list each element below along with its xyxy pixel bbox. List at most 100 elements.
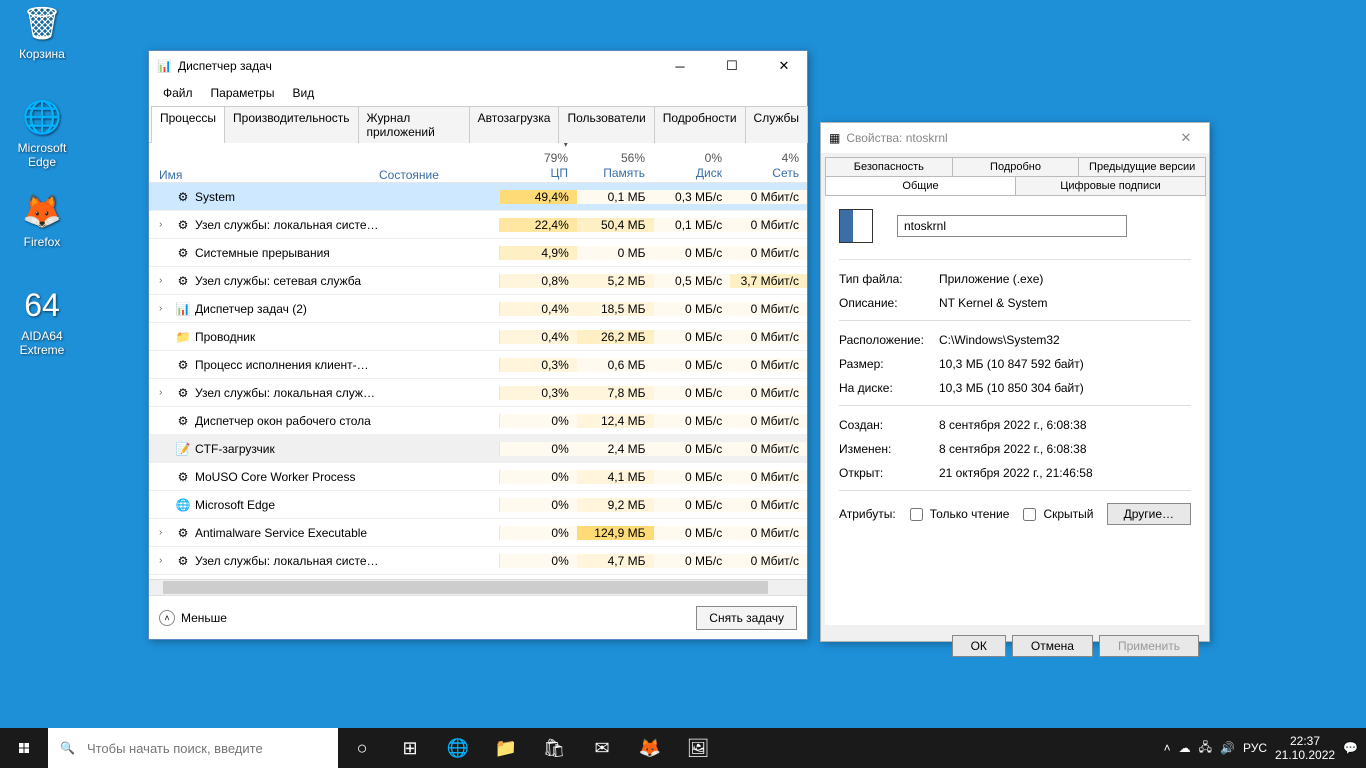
expand-chevron-icon[interactable]: › — [159, 303, 171, 314]
desktop-icon-aida64-extreme[interactable]: 64AIDA64 Extreme — [4, 284, 80, 358]
titlebar[interactable]: 📊 Диспетчер задач ─ ☐ ✕ — [149, 51, 807, 81]
titlebar[interactable]: ▦ Свойства: ntoskrnl ✕ — [821, 123, 1209, 153]
props-tab-Цифровые подписи[interactable]: Цифровые подписи — [1015, 176, 1206, 196]
desktop-icon-firefox[interactable]: 🦊Firefox — [4, 190, 80, 250]
readonly-checkbox[interactable]: Только чтение — [906, 505, 1010, 524]
other-attributes-button[interactable]: Другие… — [1107, 503, 1191, 525]
menu-Параметры[interactable]: Параметры — [203, 83, 283, 103]
cpu-value: 0% — [499, 442, 577, 456]
search-input[interactable] — [85, 740, 326, 757]
tab-Процессы[interactable]: Процессы — [151, 106, 225, 143]
col-name[interactable]: Имя — [149, 168, 379, 182]
menu-Вид[interactable]: Вид — [284, 83, 322, 103]
tabs[interactable]: ПроцессыПроизводительностьЖурнал приложе… — [149, 105, 807, 143]
process-row[interactable]: ⚙System 49,4% 0,1 МБ 0,3 МБ/c 0 Мбит/с — [149, 183, 807, 211]
process-row[interactable]: ›📊Диспетчер задач (2) 0,4% 18,5 МБ 0 МБ/… — [149, 295, 807, 323]
tab-Службы[interactable]: Службы — [745, 106, 808, 143]
column-headers[interactable]: Имя Состояние ▾79%ЦП 56%Память 0%Диск 4%… — [149, 143, 807, 183]
network-value: 0 Мбит/с — [730, 414, 807, 428]
task-view-button[interactable]: ⊞ — [386, 728, 434, 768]
file-icon — [839, 209, 873, 243]
expand-chevron-icon[interactable]: › — [159, 527, 171, 538]
tab-Автозагрузка[interactable]: Автозагрузка — [469, 106, 560, 143]
process-row[interactable]: ⚙Диспетчер окон рабочего стола 0% 12,4 М… — [149, 407, 807, 435]
process-icon: 📁 — [175, 329, 191, 345]
notifications-button[interactable]: 💬 — [1343, 741, 1358, 755]
ok-button[interactable]: ОК — [952, 635, 1006, 657]
taskbar-mail[interactable]: ✉ — [578, 728, 626, 768]
taskbar-firefox[interactable]: 🦊 — [626, 728, 674, 768]
process-row[interactable]: 🌐Microsoft Edge 0% 9,2 МБ 0 МБ/c 0 Мбит/… — [149, 491, 807, 519]
search-box[interactable]: 🔍 — [48, 728, 338, 768]
process-row[interactable]: ›⚙Узел службы: локальная систе… 22,4% 50… — [149, 211, 807, 239]
disk-value: 0 МБ/c — [654, 330, 731, 344]
tray-network-icon[interactable]: 🖧 — [1199, 738, 1212, 759]
col-state[interactable]: Состояние — [379, 168, 499, 182]
props-tab-Общие[interactable]: Общие — [825, 176, 1016, 196]
cpu-value: 4,9% — [499, 246, 577, 260]
horizontal-scrollbar[interactable] — [149, 579, 807, 595]
col-disk[interactable]: 0%Диск — [653, 151, 730, 182]
process-row[interactable]: 📝CTF-загрузчик 0% 2,4 МБ 0 МБ/c 0 Мбит/с — [149, 435, 807, 463]
tray-onedrive-icon[interactable]: ☁ — [1179, 741, 1191, 755]
app-icon: 🦊 — [21, 190, 63, 232]
taskbar-explorer[interactable]: 📁 — [482, 728, 530, 768]
col-network[interactable]: 4%Сеть — [730, 151, 807, 182]
filename-input[interactable] — [897, 215, 1127, 237]
props-tab-Предыдущие версии[interactable]: Предыдущие версии — [1078, 157, 1206, 177]
network-value: 0 Мбит/с — [730, 302, 807, 316]
desktop-icon-microsoft-edge[interactable]: 🌐Microsoft Edge — [4, 96, 80, 170]
maximize-button[interactable]: ☐ — [709, 51, 755, 81]
process-row[interactable]: ⚙Процесс исполнения клиент-… 0,3% 0,6 МБ… — [149, 351, 807, 379]
tab-Производительность[interactable]: Производительность — [224, 106, 358, 143]
taskbar-store[interactable]: 🛍 — [530, 728, 578, 768]
properties-tabs[interactable]: БезопасностьПодробноПредыдущие версии Общ… — [821, 153, 1209, 195]
cortana-button[interactable]: ○ — [338, 728, 386, 768]
expand-chevron-icon[interactable]: › — [159, 219, 171, 230]
process-row[interactable]: ⚙MoUSO Core Worker Process 0% 4,1 МБ 0 М… — [149, 463, 807, 491]
tab-Журнал приложений[interactable]: Журнал приложений — [358, 106, 470, 143]
process-row[interactable]: ›⚙Узел службы: локальная служ… 0,3% 7,8 … — [149, 379, 807, 407]
props-tab-Безопасность[interactable]: Безопасность — [825, 157, 953, 177]
taskbar-edge[interactable]: 🌐 — [434, 728, 482, 768]
col-cpu[interactable]: ▾79%ЦП — [499, 139, 576, 182]
process-name: Узел службы: локальная служ… — [195, 386, 375, 400]
fewer-details-toggle[interactable]: ˄ Меньше — [159, 610, 227, 626]
process-row[interactable]: 📁Проводник 0,4% 26,2 МБ 0 МБ/c 0 Мбит/с — [149, 323, 807, 351]
tray-language[interactable]: РУС — [1243, 741, 1267, 755]
col-memory[interactable]: 56%Память — [576, 151, 653, 182]
close-button[interactable]: ✕ — [761, 51, 807, 81]
process-row[interactable]: ›⚙Antimalware Service Executable 0% 124,… — [149, 519, 807, 547]
process-icon: ⚙ — [175, 469, 191, 485]
desktop-icon-корзина[interactable]: 🗑Корзина — [4, 2, 80, 62]
process-row[interactable]: ›⚙Узел службы: локальная систе… 0% 4,7 М… — [149, 547, 807, 575]
apply-button[interactable]: Применить — [1099, 635, 1199, 657]
taskbar-photos[interactable]: 🖼 — [674, 728, 722, 768]
cancel-button[interactable]: Отмена — [1012, 635, 1093, 657]
process-row[interactable]: ⚙Системные прерывания 4,9% 0 МБ 0 МБ/c 0… — [149, 239, 807, 267]
properties-window[interactable]: ▦ Свойства: ntoskrnl ✕ БезопасностьПодро… — [820, 122, 1210, 642]
taskbar[interactable]: 🔍 ○ ⊞ 🌐 📁 🛍 ✉ 🦊 🖼 ˄ ☁ 🖧 🔊 РУС 22:37 21.1… — [0, 728, 1366, 768]
minimize-button[interactable]: ─ — [657, 51, 703, 81]
expand-chevron-icon[interactable]: › — [159, 275, 171, 286]
expand-chevron-icon[interactable]: › — [159, 555, 171, 566]
cpu-value: 49,4% — [499, 190, 577, 204]
tray-volume-icon[interactable]: 🔊 — [1220, 741, 1235, 755]
props-tab-Подробно[interactable]: Подробно — [952, 157, 1080, 177]
tab-Пользователи[interactable]: Пользователи — [558, 106, 654, 143]
tray-chevron-icon[interactable]: ˄ — [1164, 741, 1171, 755]
menu-Файл[interactable]: Файл — [155, 83, 201, 103]
expand-chevron-icon[interactable]: › — [159, 387, 171, 398]
process-row[interactable]: ›⚙Узел службы: сетевая служба 0,8% 5,2 М… — [149, 267, 807, 295]
hidden-checkbox[interactable]: Скрытый — [1019, 505, 1093, 524]
close-button[interactable]: ✕ — [1163, 123, 1209, 153]
cpu-value: 0% — [499, 470, 577, 484]
tab-Подробности[interactable]: Подробности — [654, 106, 746, 143]
start-button[interactable] — [0, 728, 48, 768]
task-manager-window[interactable]: 📊 Диспетчер задач ─ ☐ ✕ ФайлПараметрыВид… — [148, 50, 808, 640]
menubar[interactable]: ФайлПараметрыВид — [149, 81, 807, 105]
tray-clock[interactable]: 22:37 21.10.2022 — [1275, 734, 1335, 763]
process-name: Узел службы: сетевая служба — [195, 274, 361, 288]
process-list[interactable]: ⚙System 49,4% 0,1 МБ 0,3 МБ/c 0 Мбит/с ›… — [149, 183, 807, 579]
end-task-button[interactable]: Снять задачу — [696, 606, 797, 630]
